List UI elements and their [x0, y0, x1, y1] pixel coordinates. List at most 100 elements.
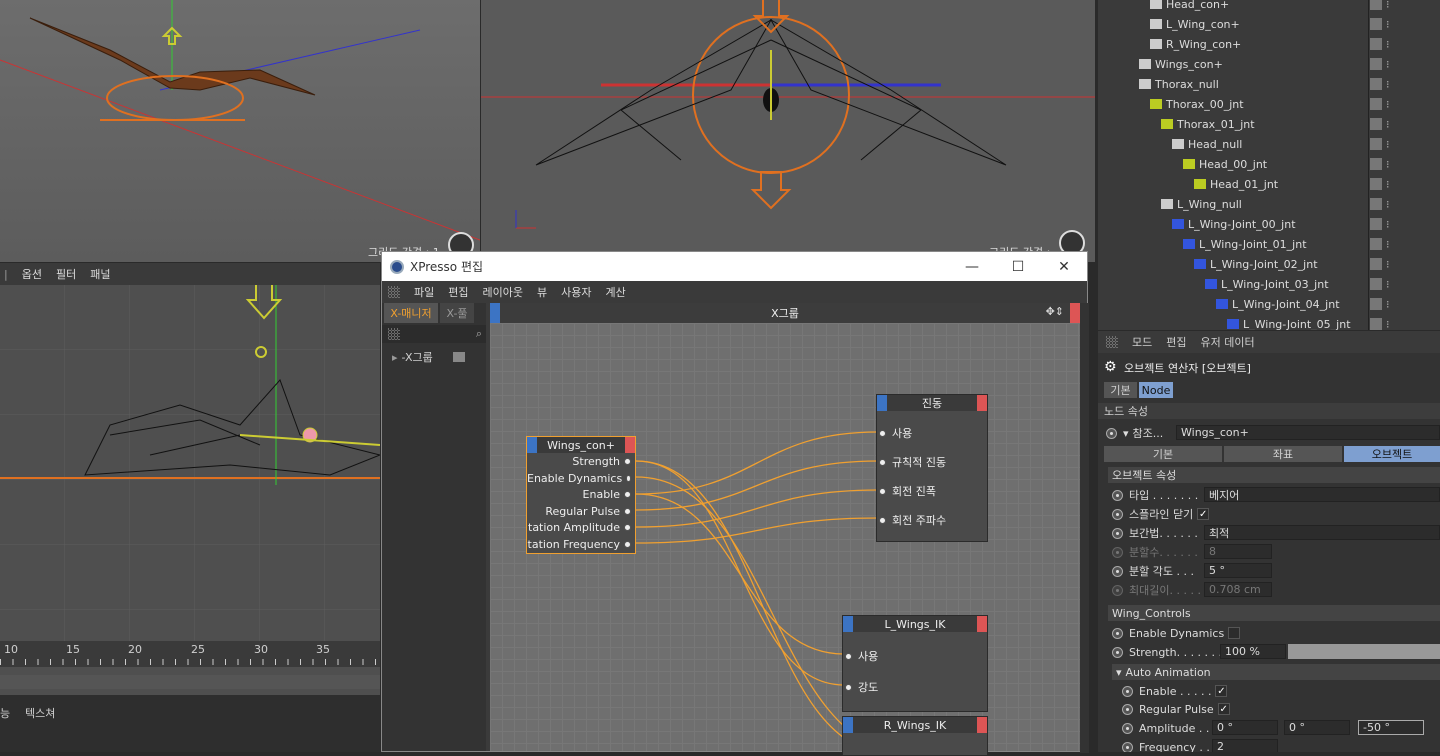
timeline-ruler[interactable]: 10 15 20 25 30 35	[0, 641, 380, 667]
panel-grip-icon[interactable]	[1106, 336, 1118, 348]
regular-pulse-checkbox[interactable]: ✓	[1217, 703, 1230, 715]
panel-grip-icon[interactable]	[388, 328, 400, 340]
tab-xmanager[interactable]: X-매니저	[384, 303, 438, 323]
node-port[interactable]: 회전 진폭	[879, 483, 936, 499]
layer-dots-icon[interactable]: ⁝	[1386, 78, 1390, 91]
object-row[interactable]: L_Wing-Joint_04_jnt ⁝	[1098, 294, 1440, 314]
node-port[interactable]: 사용	[879, 425, 912, 441]
layer-dots-icon[interactable]: ⁝	[1386, 18, 1390, 31]
layer-dots-icon[interactable]: ⁝	[1386, 38, 1390, 51]
xpresso-titlebar[interactable]: XPresso 편집 — ☐ ✕	[382, 252, 1087, 281]
object-row[interactable]: L_Wing-Joint_00_jnt ⁝	[1098, 214, 1440, 234]
visibility-icon[interactable]	[1370, 58, 1382, 70]
strength-slider[interactable]	[1288, 644, 1440, 659]
menu-file[interactable]: 파일	[414, 284, 434, 300]
node-port[interactable]: 규칙적 진동	[879, 454, 946, 470]
anim-radio-icon[interactable]	[1106, 427, 1117, 439]
port-dot-icon[interactable]	[879, 516, 886, 524]
visibility-icon[interactable]	[1370, 158, 1382, 170]
visibility-icon[interactable]	[1370, 78, 1382, 90]
type-select[interactable]: 베지어	[1204, 487, 1440, 502]
menu-view[interactable]: 뷰	[537, 284, 547, 300]
object-row[interactable]: L_Wing-Joint_03_jnt ⁝	[1098, 274, 1440, 294]
layer-dots-icon[interactable]: ⁝	[1386, 218, 1390, 231]
xpresso-canvas[interactable]: X그룹 ✥⇕ Wings_con+ Strength Enable Dynamic…	[490, 303, 1080, 756]
object-row[interactable]: Head_con+ ⁝	[1098, 0, 1440, 14]
port-dot-icon[interactable]	[624, 458, 631, 465]
amp-h-field[interactable]: 0 °	[1212, 720, 1278, 735]
menu-layout[interactable]: 레이아웃	[483, 284, 523, 300]
subtab-coord[interactable]: 좌표	[1224, 446, 1342, 462]
angle-field[interactable]: 5 °	[1204, 563, 1272, 578]
port-dot-icon[interactable]	[624, 540, 631, 548]
maximize-icon[interactable]: ☐	[995, 252, 1041, 281]
anim-radio-icon[interactable]	[1122, 722, 1133, 734]
anim-radio-icon[interactable]	[1122, 741, 1133, 752]
xpresso-scrollbar[interactable]	[1080, 303, 1089, 753]
port-dot-icon[interactable]	[879, 487, 886, 495]
layer-dots-icon[interactable]: ⁝	[1386, 0, 1390, 11]
object-row[interactable]: Wings_con+ ⁝	[1098, 54, 1440, 74]
strength-field[interactable]: 100 %	[1220, 644, 1286, 659]
interp-select[interactable]: 최적	[1204, 525, 1440, 540]
node-vibrate[interactable]: 진동 사용 규칙적 진동 회전 진폭 회전 주파수	[876, 394, 988, 542]
visibility-icon[interactable]	[1370, 238, 1382, 250]
menu-options[interactable]: 옵션	[22, 266, 42, 282]
close-spline-checkbox[interactable]: ✓	[1197, 508, 1210, 520]
minimize-icon[interactable]: —	[949, 252, 995, 281]
visibility-icon[interactable]	[1370, 138, 1382, 150]
node-port[interactable]: tation Frequency	[527, 538, 631, 551]
node-port[interactable]: 회전 주파수	[879, 512, 946, 528]
anim-radio-icon[interactable]	[1112, 508, 1123, 520]
menu-edit[interactable]: 편집	[448, 284, 468, 300]
object-row[interactable]: L_Wing-Joint_05_jnt ⁝	[1098, 314, 1440, 330]
layer-dots-icon[interactable]: ⁝	[1386, 238, 1390, 251]
tab-partial[interactable]: 능	[0, 705, 10, 721]
menu-calc[interactable]: 계산	[605, 284, 625, 300]
object-row[interactable]: Thorax_01_jnt ⁝	[1098, 114, 1440, 134]
layer-dots-icon[interactable]: ⁝	[1386, 318, 1390, 331]
layer-dots-icon[interactable]: ⁝	[1386, 158, 1390, 171]
node-r-wings-ik[interactable]: R_Wings_IK	[842, 716, 988, 756]
layer-dots-icon[interactable]: ⁝	[1386, 278, 1390, 291]
search-icon[interactable]: ⌕	[476, 327, 482, 341]
tab-basic[interactable]: 기본	[1104, 382, 1137, 398]
anim-radio-icon[interactable]	[1112, 646, 1123, 658]
top-viewport[interactable]: 그리드 간격 :	[481, 0, 1095, 262]
object-row[interactable]: L_Wing_con+ ⁝	[1098, 14, 1440, 34]
menu-edit[interactable]: 편집	[1166, 334, 1186, 350]
object-row[interactable]: L_Wing_null ⁝	[1098, 194, 1440, 214]
object-row[interactable]: R_Wing_con+ ⁝	[1098, 34, 1440, 54]
perspective-viewport[interactable]: 그리드 간격 : 1	[0, 0, 480, 262]
visibility-icon[interactable]	[1370, 118, 1382, 130]
layer-dots-icon[interactable]: ⁝	[1386, 178, 1390, 191]
object-row[interactable]: L_Wing-Joint_02_jnt ⁝	[1098, 254, 1440, 274]
subtab-basic[interactable]: 기본	[1104, 446, 1222, 462]
layer-dots-icon[interactable]: ⁝	[1386, 118, 1390, 131]
port-dot-icon[interactable]	[845, 683, 852, 691]
visibility-icon[interactable]	[1370, 0, 1382, 10]
port-dot-icon[interactable]	[879, 429, 886, 437]
visibility-icon[interactable]	[1370, 298, 1382, 310]
menu-user[interactable]: 사용자	[561, 284, 591, 300]
anim-radio-icon[interactable]	[1112, 627, 1123, 639]
layer-dots-icon[interactable]: ⁝	[1386, 58, 1390, 71]
visibility-icon[interactable]	[1370, 98, 1382, 110]
object-row[interactable]: L_Wing-Joint_01_jnt ⁝	[1098, 234, 1440, 254]
subtab-object[interactable]: 오브젝트	[1344, 446, 1440, 462]
node-port[interactable]: tation Amplitude	[527, 521, 631, 534]
node-port[interactable]: Enable	[527, 488, 631, 501]
layer-dots-icon[interactable]: ⁝	[1386, 138, 1390, 151]
node-port[interactable]: 사용	[845, 648, 878, 664]
visibility-icon[interactable]	[1370, 38, 1382, 50]
port-dot-icon[interactable]	[845, 652, 852, 660]
layer-dots-icon[interactable]: ⁝	[1386, 98, 1390, 111]
anim-radio-icon[interactable]	[1112, 489, 1123, 501]
freq-field[interactable]: 2	[1212, 739, 1278, 752]
tree-item-xgroup[interactable]: ▸ -X그룹	[392, 349, 465, 365]
port-dot-icon[interactable]	[626, 474, 631, 482]
node-port[interactable]: 강도	[845, 679, 878, 695]
tab-node[interactable]: Node	[1139, 382, 1173, 398]
amp-b-field[interactable]: -50 °	[1358, 720, 1424, 735]
enable-dynamics-checkbox[interactable]	[1228, 627, 1241, 639]
